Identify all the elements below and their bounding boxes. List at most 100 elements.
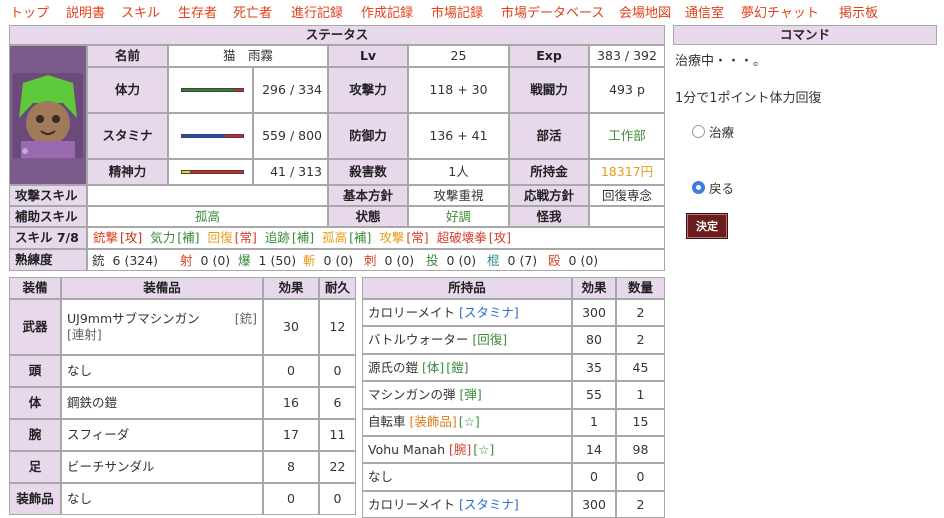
proficiency-value: 1 (50) xyxy=(258,253,297,268)
inv-item-tag: [☆] xyxy=(458,414,480,430)
proficiency-type: 投 xyxy=(426,253,439,268)
sup-skill-label: 補助スキル xyxy=(9,206,87,227)
mind-bar-fill xyxy=(182,171,190,173)
radio-label-back: 戻る xyxy=(709,181,735,196)
inv-item-name: カロリーメイト xyxy=(368,304,456,320)
nav-link[interactable]: 生存者 xyxy=(178,2,217,21)
inv-item-cell: なし xyxy=(362,463,572,491)
nav-link[interactable]: 市場記録 xyxy=(431,2,483,21)
proficiency-value: 0 (7) xyxy=(507,253,538,268)
proficiency-item: 棍 0 (7) xyxy=(487,253,537,269)
radio-icon[interactable] xyxy=(692,125,705,138)
inv-qty: 45 xyxy=(616,353,665,382)
inv-qty: 2 xyxy=(616,490,665,518)
nav-link[interactable]: 市場データベース xyxy=(501,2,604,21)
skill-count-label: スキル 7/8 xyxy=(9,227,87,249)
radio-option-back[interactable]: 戻る xyxy=(692,178,734,197)
stamina-bar-empty xyxy=(224,135,243,137)
equip-effect: 0 xyxy=(263,355,319,387)
equip-item-content: [銃] UJ9mmサブマシンガン [連射] xyxy=(67,311,257,342)
club-label: 部活 xyxy=(509,113,589,159)
proficiency-type: 殴 xyxy=(548,253,561,268)
skill-name: 超破壊拳 xyxy=(436,230,487,246)
defense-value: 136 + 41 xyxy=(408,113,509,159)
equip-header-durability: 耐久 xyxy=(319,277,356,299)
inv-header-qty: 数量 xyxy=(616,277,665,299)
equip-slot: 足 xyxy=(9,451,61,483)
skill-name: 銃撃 xyxy=(93,230,119,246)
skill-name: 気力 xyxy=(150,230,176,246)
radio-option-treat[interactable]: 治療 xyxy=(692,122,734,141)
inv-item-name: 自転車 xyxy=(368,414,406,430)
proficiency-type: 棍 xyxy=(487,253,500,268)
top-nav: トップ 説明書 スキル 生存者 死亡者 進行記録 作成記録 市場記録 市場データベース 会場地図通… xyxy=(0,2,944,21)
response-label: 応戦方針 xyxy=(509,185,589,206)
inv-item-cell: 源氏の鎧 [体] [鎧] xyxy=(362,353,572,382)
skill-tag: [補] xyxy=(291,230,315,246)
status-title: ステータス xyxy=(9,25,665,45)
equip-header-slot: 装備 xyxy=(9,277,61,299)
inv-item-name: Vohu Manah xyxy=(368,441,445,457)
mind-label: 精神力 xyxy=(87,159,168,185)
stamina-value: 559 / 800 xyxy=(253,113,328,159)
inv-effect: 300 xyxy=(572,299,616,327)
nav-link[interactable]: 掲示板 xyxy=(839,2,878,21)
skill-tag: [常] xyxy=(234,230,257,246)
hp-bar xyxy=(181,88,244,92)
equip-item-cell: なし xyxy=(61,483,263,515)
nav-link[interactable]: トップ xyxy=(10,2,49,21)
nav-link[interactable]: 夢幻チャット xyxy=(741,2,819,21)
mind-bar-cell xyxy=(168,159,253,185)
inv-item-cell: 自転車 [装飾品] [☆] xyxy=(362,408,572,436)
inv-qty: 2 xyxy=(616,299,665,327)
policy-label: 基本方針 xyxy=(328,185,408,206)
proficiency-label: 熟練度 xyxy=(9,249,87,271)
proficiency-value: 0 (0) xyxy=(568,253,599,268)
nav-link[interactable]: 死亡者 xyxy=(233,2,272,21)
nav-link[interactable]: 進行記録 xyxy=(291,2,343,21)
skill-tag: [攻] xyxy=(120,230,143,246)
equip-item-name: スフィーダ xyxy=(67,427,130,443)
inv-item-tag: [弾] xyxy=(459,387,482,403)
equip-item-cell: 鋼鉄の鎧 xyxy=(61,387,263,419)
skill-item: 追跡 [補] xyxy=(265,230,314,246)
equip-slot: 腕 xyxy=(9,419,61,451)
skill-tag: [常] xyxy=(406,230,429,246)
policy-value: 攻撃重視 xyxy=(408,185,509,206)
equip-item-tag: [銃] xyxy=(234,311,257,327)
equip-item-name: 鋼鉄の鎧 xyxy=(67,395,118,411)
equip-durability: 0 xyxy=(319,483,356,515)
proficiency-value: 0 (0) xyxy=(323,253,354,268)
ok-button[interactable]: 決定 xyxy=(686,213,728,239)
equip-item-content: なし xyxy=(67,491,257,507)
proficiency-type: 爆 xyxy=(238,253,251,268)
nav-link[interactable]: 説明書 xyxy=(66,2,105,21)
inv-header-item: 所持品 xyxy=(362,277,572,299)
inv-item-cell: カロリーメイト [スタミナ] xyxy=(362,299,572,327)
response-value: 回復専念 xyxy=(589,185,665,206)
equip-item-name: なし xyxy=(67,363,93,379)
inv-qty: 0 xyxy=(616,463,665,491)
equip-slot: 頭 xyxy=(9,355,61,387)
inv-effect: 14 xyxy=(572,436,616,464)
lv-label: Lv xyxy=(328,45,408,67)
power-value: 493 p xyxy=(589,67,665,113)
skill-tag: [補] xyxy=(177,230,200,246)
equip-slot: 体 xyxy=(9,387,61,419)
condition-value: 好調 xyxy=(408,206,509,227)
inv-effect: 80 xyxy=(572,326,616,354)
inv-item-tag: [☆] xyxy=(473,441,495,457)
equip-item-cell: なし xyxy=(61,355,263,387)
power-label: 戦闘力 xyxy=(509,67,589,113)
nav-link[interactable]: 通信室 xyxy=(685,2,724,21)
nav-link[interactable]: 会場地図 xyxy=(619,2,671,21)
radio-icon[interactable] xyxy=(692,181,705,194)
skill-list: 銃撃 [攻] 気力 [補] 回復 [常] 追跡 [補] 孤高 [補] 攻撃 [常] 超破壊拳 [攻] xyxy=(87,227,665,249)
name-value: 猫 雨霧 xyxy=(168,45,328,67)
hp-bar-empty xyxy=(236,89,243,91)
nav-link[interactable]: スキル xyxy=(121,2,160,21)
proficiency-item: 殴 0 (0) xyxy=(548,253,598,269)
nav-link[interactable]: 作成記録 xyxy=(361,2,413,21)
proficiency-type: 銃 xyxy=(92,253,105,268)
proficiency-value: 6 (324) xyxy=(112,253,159,268)
